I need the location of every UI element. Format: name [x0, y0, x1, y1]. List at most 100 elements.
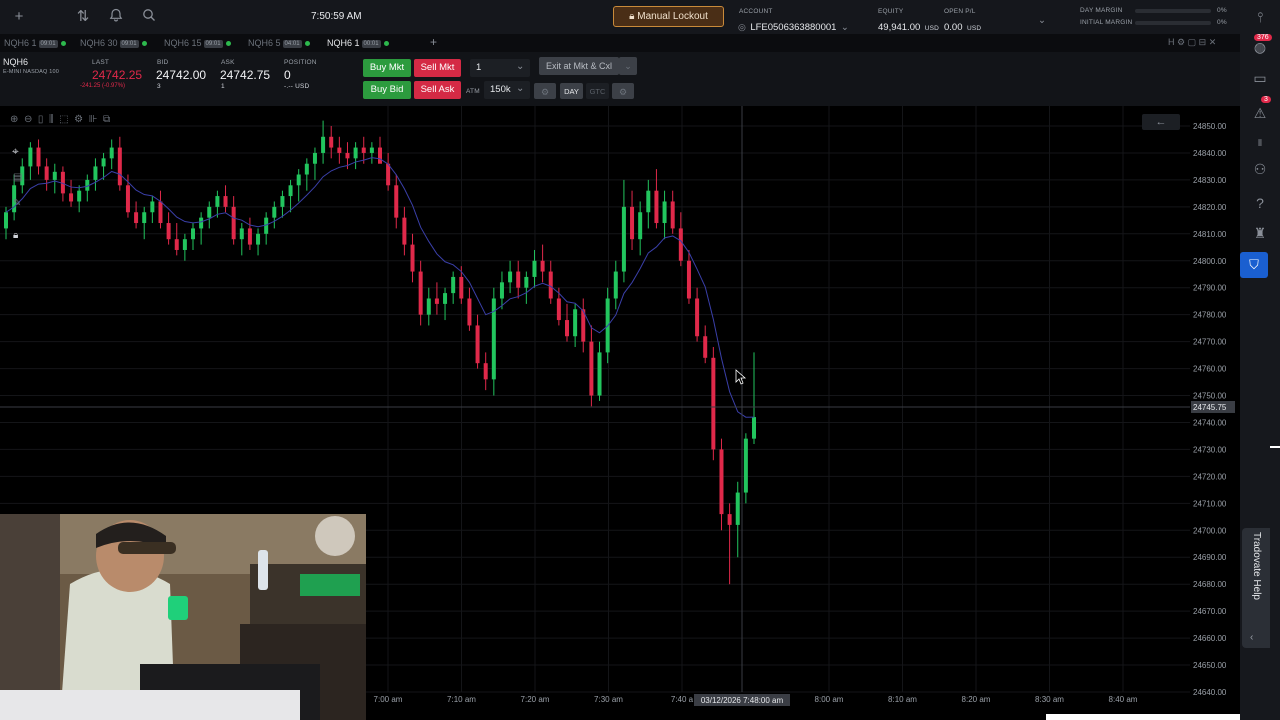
maximize-icon[interactable]: ▢ — [1188, 37, 1197, 47]
price-tick-label: 24660.00 — [1193, 634, 1227, 643]
sort-arrows-icon[interactable]: ⇅ — [74, 8, 92, 26]
shield-icon[interactable]: ⛉ — [1240, 252, 1268, 278]
tradovate-help-tab[interactable]: Tradovate Help ‹ — [1242, 528, 1270, 648]
candle-body — [670, 201, 675, 229]
columns-icon[interactable]: ⦀ — [1251, 134, 1269, 152]
minimize-icon[interactable]: ⊟ — [1199, 37, 1207, 47]
candles-icon[interactable]: ⫼ — [49, 114, 54, 125]
chevron-down-icon: ⌄ — [516, 83, 525, 94]
tab-nqh6-1-active[interactable]: NQH6 1 00:01 — [327, 38, 389, 48]
gear-icon[interactable]: ⚙︎ — [612, 83, 634, 99]
candle-body — [101, 158, 106, 167]
layout-icon[interactable]: ⊪ — [89, 114, 98, 125]
candle-body — [402, 217, 407, 245]
zoom-in-icon[interactable]: ⊕ — [10, 114, 18, 125]
initial-margin-bar — [1135, 21, 1211, 25]
tif-gtc-button[interactable]: GTC — [586, 83, 609, 99]
candle-body — [288, 185, 293, 197]
atm-select[interactable]: 150k ⌄ — [484, 81, 530, 99]
candle-body — [93, 166, 98, 180]
gear-icon[interactable]: ⚙︎ — [1177, 37, 1185, 47]
equalizer-icon[interactable]: ⫯ — [1251, 8, 1269, 26]
price-tick-label: 24710.00 — [1193, 499, 1227, 508]
lock-icon[interactable]: 🔒︎ — [13, 230, 18, 241]
time-tick-label: 8:10 am — [888, 695, 917, 704]
tab-nqh6-1[interactable]: NQH6 1 09:01 — [4, 38, 66, 48]
candle-body — [158, 201, 163, 224]
bell-icon[interactable] — [107, 8, 125, 26]
candle-body — [524, 276, 529, 288]
candle-body — [174, 239, 179, 250]
close-icon[interactable]: ✕ — [1209, 37, 1217, 47]
candle-body — [353, 147, 358, 159]
pencil-icon[interactable]: ✎ — [13, 198, 21, 209]
candle-body — [386, 163, 391, 186]
chevron-down-icon[interactable]: ⌄ — [1038, 15, 1046, 26]
price-tick-label: 24750.00 — [1193, 392, 1227, 401]
equity-value: 49,941.00 — [878, 22, 921, 33]
candle-body — [134, 212, 139, 224]
manual-lockout-button[interactable]: 🔒︎ Manual Lockout — [613, 6, 724, 27]
candle-body — [256, 233, 261, 245]
open-pl-label: OPEN P/L — [944, 8, 976, 15]
quantity-input[interactable]: 1 ⌄ — [470, 59, 530, 77]
time-tick-label: 7:10 am — [447, 695, 476, 704]
tab-nqh6-30[interactable]: NQH6 30 09:01 — [80, 38, 147, 48]
time-tick-label: 8:20 am — [962, 695, 991, 704]
ask-value: 24742.75 — [220, 68, 271, 82]
alert-triangle-icon[interactable]: ⚠︎ — [1251, 104, 1269, 122]
gear-icon[interactable]: ⚙︎ — [534, 83, 556, 99]
chevron-down-icon[interactable]: ⌄ — [619, 57, 637, 75]
candle-body — [321, 136, 326, 153]
trophy-icon[interactable]: ♜ — [1251, 224, 1269, 242]
search-icon[interactable] — [140, 8, 158, 26]
notes-icon[interactable]: ▤ — [13, 172, 22, 183]
status-dot — [383, 41, 389, 47]
price-tick-label: 24810.00 — [1193, 230, 1227, 239]
users-icon[interactable]: ⚇ — [1251, 160, 1269, 178]
time-tick-label: 8:00 am — [815, 695, 844, 704]
candle-body — [44, 166, 49, 180]
account-selector[interactable]: ◎ LFE0506363880001 ⌄ — [738, 17, 852, 33]
time-tick-label: 8:30 am — [1035, 695, 1064, 704]
tif-day-button[interactable]: DAY — [560, 83, 583, 99]
top-toolbar: + ⇅ 7:50:59 AM 🔒︎ Manual Lockout ACCOUNT… — [0, 0, 1240, 34]
status-dot — [60, 41, 66, 47]
candle-body — [36, 147, 41, 167]
candle-body — [516, 271, 521, 288]
price-tick-label: 24680.00 — [1193, 580, 1227, 589]
tab-nqh6-15[interactable]: NQH6 15 09:01 — [164, 38, 231, 48]
candle-body — [475, 325, 480, 364]
candle-body — [678, 228, 683, 261]
h-icon[interactable]: H — [1168, 37, 1175, 47]
gear-icon[interactable]: ⚙︎ — [74, 114, 83, 125]
candle-body — [215, 196, 220, 207]
candle-body — [735, 492, 740, 525]
zoom-out-icon[interactable]: ⊖ — [24, 114, 32, 125]
candle-body — [125, 185, 130, 213]
buy-bid-button[interactable]: Buy Bid — [363, 81, 411, 99]
symbol-desc: E-MINI NASDAQ 100 — [3, 69, 59, 75]
add-tab-icon[interactable]: + — [430, 35, 437, 49]
buy-market-button[interactable]: Buy Mkt — [363, 59, 411, 77]
tab-nqh6-5[interactable]: NQH6 5 04:01 — [248, 38, 310, 48]
back-arrow-button[interactable]: ← — [1142, 114, 1180, 130]
candle-body — [329, 136, 334, 148]
sell-ask-button[interactable]: Sell Ask — [414, 81, 461, 99]
crosshair-icon[interactable]: ⌖ — [12, 144, 19, 159]
exit-at-market-cancel-button[interactable]: Exit at Mkt & Cxl — [539, 57, 619, 75]
add-icon[interactable]: + — [10, 8, 28, 26]
sell-market-button[interactable]: Sell Mkt — [414, 59, 461, 77]
price-tick-label: 24850.00 — [1193, 122, 1227, 131]
select-icon[interactable]: ⬚ — [59, 114, 68, 125]
lock-icon: 🔒︎ — [629, 11, 635, 22]
help-circle-icon[interactable]: ? — [1251, 194, 1269, 212]
timeframe-icon[interactable]: ▯ — [38, 114, 44, 125]
candle-body — [337, 147, 342, 153]
chat-icon[interactable]: ▭ — [1251, 69, 1269, 87]
price-tick-label: 24670.00 — [1193, 607, 1227, 616]
candle-body — [711, 357, 716, 450]
candle-body — [410, 244, 415, 272]
copy-icon[interactable]: ⧉ — [103, 114, 110, 125]
open-pl-unit: USD — [966, 25, 982, 32]
